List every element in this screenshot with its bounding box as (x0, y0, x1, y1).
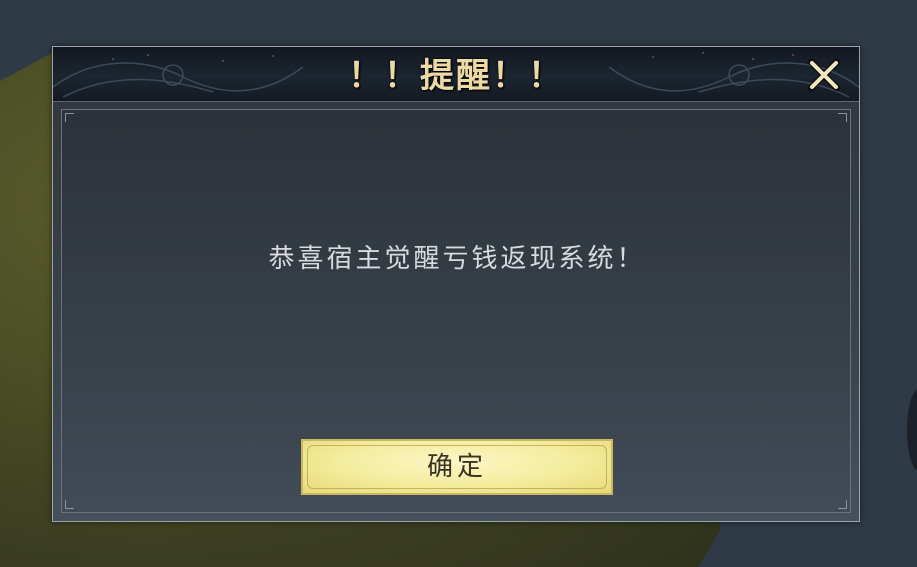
corner-ornament (838, 500, 847, 509)
dialog-header: ！！提醒！！ (53, 47, 859, 102)
confirm-button-label: 确定 (426, 452, 487, 482)
corner-ornament (838, 113, 847, 122)
close-button[interactable] (807, 58, 841, 92)
corner-ornament (65, 113, 74, 122)
dialog-message: 恭喜宿主觉醒亏钱返现系统！ (268, 244, 646, 274)
notice-dialog: ！！提醒！！ 恭喜宿主觉醒亏钱返现系统！ 确定 (52, 46, 860, 522)
close-icon (807, 58, 841, 92)
confirm-button[interactable]: 确定 (301, 439, 613, 495)
dialog-title: ！！提醒！！ (348, 56, 564, 96)
rock-edge (907, 390, 917, 470)
corner-ornament (65, 500, 74, 509)
